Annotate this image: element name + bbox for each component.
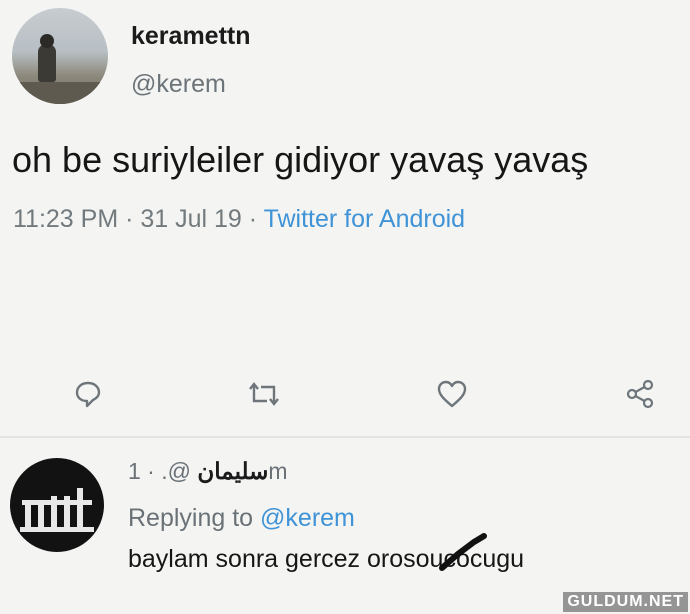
- comment-icon: [75, 381, 101, 408]
- share-icon: [626, 379, 654, 409]
- reply-header: سليمان @. · 1m: [128, 458, 288, 485]
- censor-scribble: [439, 533, 487, 571]
- tweet-meta: 11:23 PM · 31 Jul 19 · Twitter for Andro…: [13, 205, 465, 234]
- heart-icon: [437, 380, 467, 408]
- avatar-ground: [12, 82, 108, 104]
- share-button[interactable]: [620, 374, 660, 414]
- tweet-text: oh be suriyleiler gidiyor yavaş yavaş: [12, 139, 589, 180]
- tweet-timestamp[interactable]: 11:23 PM · 31 Jul 19 ·: [13, 205, 264, 233]
- like-button[interactable]: [432, 374, 472, 414]
- replying-mention[interactable]: @kerem: [260, 504, 355, 532]
- author-handle[interactable]: @kerem: [131, 70, 226, 99]
- retweet-button[interactable]: [244, 374, 284, 414]
- watermark-logo: GULDUM.NET: [563, 592, 688, 612]
- reply-button[interactable]: [68, 374, 108, 414]
- divider: [0, 436, 690, 438]
- tweet-actions: [0, 374, 690, 414]
- reply-display-name[interactable]: سليمان: [197, 458, 268, 484]
- avatar-figure-head: [40, 34, 54, 48]
- retweet-icon: [249, 382, 279, 406]
- replying-to: Replying to @kerem: [128, 504, 355, 533]
- avatar-figure: [38, 44, 56, 82]
- replying-label: Replying to: [128, 504, 261, 532]
- tweet-source[interactable]: Twitter for Android: [264, 205, 465, 233]
- author-display-name[interactable]: keramettn: [131, 22, 251, 51]
- reply-avatar[interactable]: [10, 458, 104, 552]
- author-avatar[interactable]: [12, 8, 108, 104]
- ruins-columns-icon: [20, 488, 94, 532]
